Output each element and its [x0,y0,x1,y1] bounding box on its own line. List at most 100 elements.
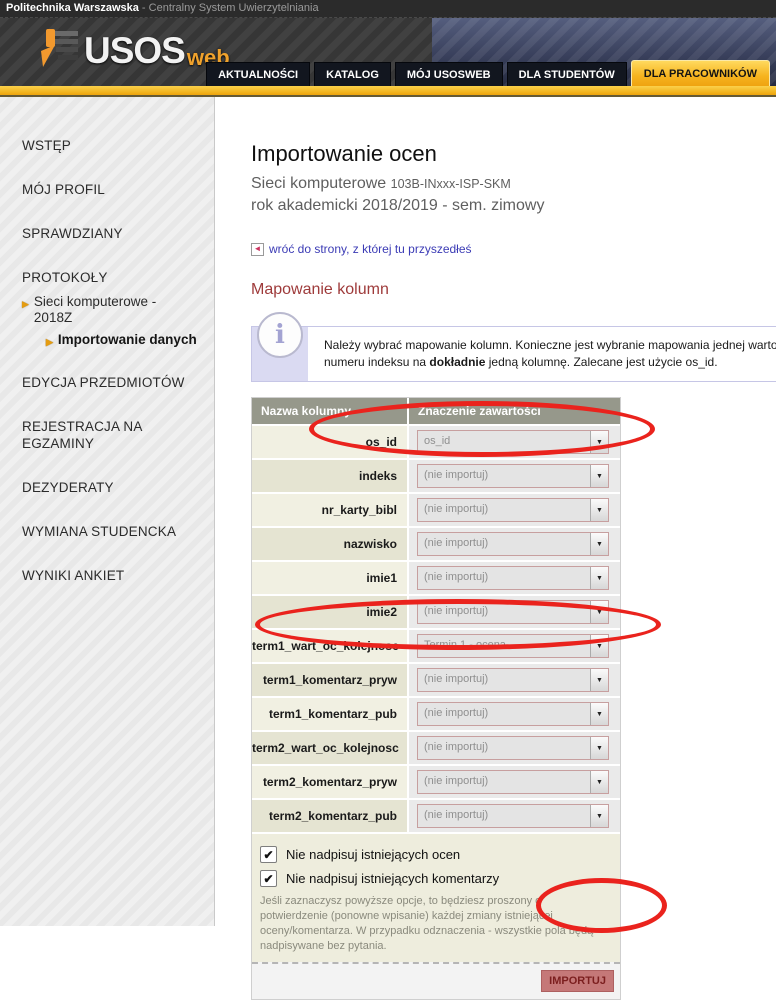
table-row: term2_komentarz_pub (nie importuj) ▼ [252,800,620,832]
course-code: 103B-INxxx-ISP-SKM [391,177,511,191]
course-name: Sieci komputerowe [251,175,386,192]
mapping-select-nazwisko[interactable]: (nie importuj) ▼ [417,532,609,556]
mapping-select-term1-komentarz-pryw[interactable]: (nie importuj) ▼ [417,668,609,692]
header-znaczenie-zawartosci: Znaczenie zawartości [409,398,620,424]
import-button[interactable]: IMPORTUJ [541,970,614,992]
table-row: term2_wart_oc_kolejnosc (nie importuj) ▼ [252,732,620,764]
dropdown-arrow-icon[interactable]: ▼ [590,431,608,453]
bullet-arrow-icon: ▶ [46,334,53,350]
dropdown-arrow-icon[interactable]: ▼ [590,635,608,657]
checkbox-checked-icon[interactable]: ✔ [260,846,277,863]
tab-aktualnosci[interactable]: AKTUALNOŚCI [206,62,310,86]
column-name-nazwisko: nazwisko [252,528,407,560]
column-name-term2-komentarz-pub: term2_komentarz_pub [252,800,407,832]
info-line-1: Należy wybrać mapowanie kolumn. Konieczn… [324,337,776,354]
dropdown-arrow-icon[interactable]: ▼ [590,737,608,759]
table-row: imie2 (nie importuj) ▼ [252,596,620,628]
tab-katalog[interactable]: KATALOG [314,62,391,86]
sidebar-item-moj-profil[interactable]: MÓJ PROFIL [22,181,192,198]
table-header-row: Nazwa kolumny Znaczenie zawartości [252,398,620,424]
institution-bar: Politechnika Warszawska - Centralny Syst… [0,0,776,18]
table-footer: IMPORTUJ [252,962,620,999]
gold-divider-bar [0,86,776,97]
system-name: Centralny System Uwierzytelniania [149,2,319,14]
info-icon: i [257,312,303,358]
mapping-select-os-id[interactable]: os_id ▼ [417,430,609,454]
mapping-select-term2-komentarz-pryw[interactable]: (nie importuj) ▼ [417,770,609,794]
table-row: term1_komentarz_pryw (nie importuj) ▼ [252,664,620,696]
sidebar-subitem-label: Sieci komputerowe - 2018Z [34,294,174,326]
back-arrow-icon: ◄ [251,243,264,256]
checkbox-row-nie-nadpisuj-ocen[interactable]: ✔ Nie nadpisuj istniejących ocen [260,846,612,863]
term-subtitle: rok akademicki 2018/2019 - sem. zimowy [251,197,776,215]
info-box-text: Należy wybrać mapowanie kolumn. Konieczn… [308,327,776,381]
checkbox-label: Nie nadpisuj istniejących ocen [286,847,460,862]
checkbox-label: Nie nadpisuj istniejących komentarzy [286,871,499,886]
dropdown-arrow-icon[interactable]: ▼ [590,805,608,827]
dropdown-arrow-icon[interactable]: ▼ [590,533,608,555]
tab-dla-pracownikow[interactable]: DLA PRACOWNIKÓW [631,60,770,86]
sidebar-item-wyniki-ankiet[interactable]: WYNIKI ANKIET [22,567,192,584]
institution-name: Politechnika Warszawska [6,2,139,14]
table-row: indeks (nie importuj) ▼ [252,460,620,492]
checkbox-row-nie-nadpisuj-komentarzy[interactable]: ✔ Nie nadpisuj istniejących komentarzy [260,870,612,887]
dropdown-arrow-icon[interactable]: ▼ [590,771,608,793]
column-name-term1-wart-oc-kolejnosc: term1_wart_oc_kolejnosc [252,630,407,662]
tab-dla-studentow[interactable]: DLA STUDENTÓW [507,62,627,86]
sidebar-item-rejestracja-na-egzaminy[interactable]: REJESTRACJA NA EGZAMINY [22,418,192,452]
institution-separator: - [139,2,149,14]
options-section: ✔ Nie nadpisuj istniejących ocen ✔ Nie n… [252,834,620,962]
header: USOS web AKTUALNOŚCI KATALOG MÓJ USOSWEB… [0,18,776,86]
dropdown-arrow-icon[interactable]: ▼ [590,703,608,725]
dropdown-arrow-icon[interactable]: ▼ [590,669,608,691]
protokoly-submenu: ▶ Sieci komputerowe - 2018Z ▶ Importowan… [22,294,214,350]
column-name-os-id: os_id [252,426,407,458]
mapping-select-imie2[interactable]: (nie importuj) ▼ [417,600,609,624]
sidebar-item-edycja-przedmiotow[interactable]: EDYCJA PRZEDMIOTÓW [22,374,192,391]
table-row: term1_komentarz_pub (nie importuj) ▼ [252,698,620,730]
main-content: Importowanie ocen Sieci komputerowe 103B… [216,97,776,926]
table-row: nr_karty_bibl (nie importuj) ▼ [252,494,620,526]
sidebar-item-wstep[interactable]: WSTĘP [22,137,192,154]
back-link[interactable]: ◄ wróć do strony, z której tu przyszedłe… [251,242,776,256]
usos-logo-icon [38,26,78,75]
bullet-arrow-icon: ▶ [22,296,29,326]
column-name-term2-komentarz-pryw: term2_komentarz_pryw [252,766,407,798]
column-mapping-table: Nazwa kolumny Znaczenie zawartości os_id… [251,397,621,1000]
back-link-text[interactable]: wróć do strony, z której tu przyszedłeś [269,242,472,256]
mapping-select-term2-wart-oc-kolejnosc[interactable]: (nie importuj) ▼ [417,736,609,760]
sidebar-item-dezyderaty[interactable]: DEZYDERATY [22,479,192,496]
column-name-term2-wart-oc-kolejnosc: term2_wart_oc_kolejnosc [252,732,407,764]
mapping-select-term2-komentarz-pub[interactable]: (nie importuj) ▼ [417,804,609,828]
table-row: nazwisko (nie importuj) ▼ [252,528,620,560]
mapping-select-nr-karty-bibl[interactable]: (nie importuj) ▼ [417,498,609,522]
dropdown-arrow-icon[interactable]: ▼ [590,567,608,589]
usosweb-logo[interactable]: USOS web [38,26,230,75]
column-name-nr-karty-bibl: nr_karty_bibl [252,494,407,526]
tab-moj-usosweb[interactable]: MÓJ USOSWEB [395,62,503,86]
mapping-select-imie1[interactable]: (nie importuj) ▼ [417,566,609,590]
sidebar-subitem-importowanie-danych[interactable]: ▶ Importowanie danych [46,332,214,350]
table-row: os_id os_id ▼ [252,426,620,458]
main-nav-tabs: AKTUALNOŚCI KATALOG MÓJ USOSWEB DLA STUD… [202,60,770,86]
dropdown-arrow-icon[interactable]: ▼ [590,465,608,487]
sidebar-item-sprawdziany[interactable]: SPRAWDZIANY [22,225,192,242]
sidebar: WSTĘP MÓJ PROFIL SPRAWDZIANY PROTOKOŁY ▶… [0,97,215,926]
sidebar-item-protokoly[interactable]: PROTOKOŁY [22,269,192,286]
table-row: imie1 (nie importuj) ▼ [252,562,620,594]
checkbox-checked-icon[interactable]: ✔ [260,870,277,887]
dropdown-arrow-icon[interactable]: ▼ [590,601,608,623]
mapping-select-indeks[interactable]: (nie importuj) ▼ [417,464,609,488]
header-nazwa-kolumny: Nazwa kolumny [252,398,407,424]
section-heading: Mapowanie kolumn [251,281,776,299]
column-name-indeks: indeks [252,460,407,492]
sidebar-subitem-label: Importowanie danych [58,332,197,350]
sidebar-item-wymiana-studencka[interactable]: WYMIANA STUDENCKA [22,523,192,540]
mapping-select-term1-komentarz-pub[interactable]: (nie importuj) ▼ [417,702,609,726]
column-name-imie2: imie2 [252,596,407,628]
dropdown-arrow-icon[interactable]: ▼ [590,499,608,521]
logo-usos-text: USOS [84,30,185,72]
mapping-select-term1-wart-oc-kolejnosc[interactable]: Termin 1 - ocena ▼ [417,634,609,658]
info-box: i Należy wybrać mapowanie kolumn. Koniec… [251,326,776,382]
sidebar-subitem-sieci-komputerowe[interactable]: ▶ Sieci komputerowe - 2018Z [22,294,214,326]
